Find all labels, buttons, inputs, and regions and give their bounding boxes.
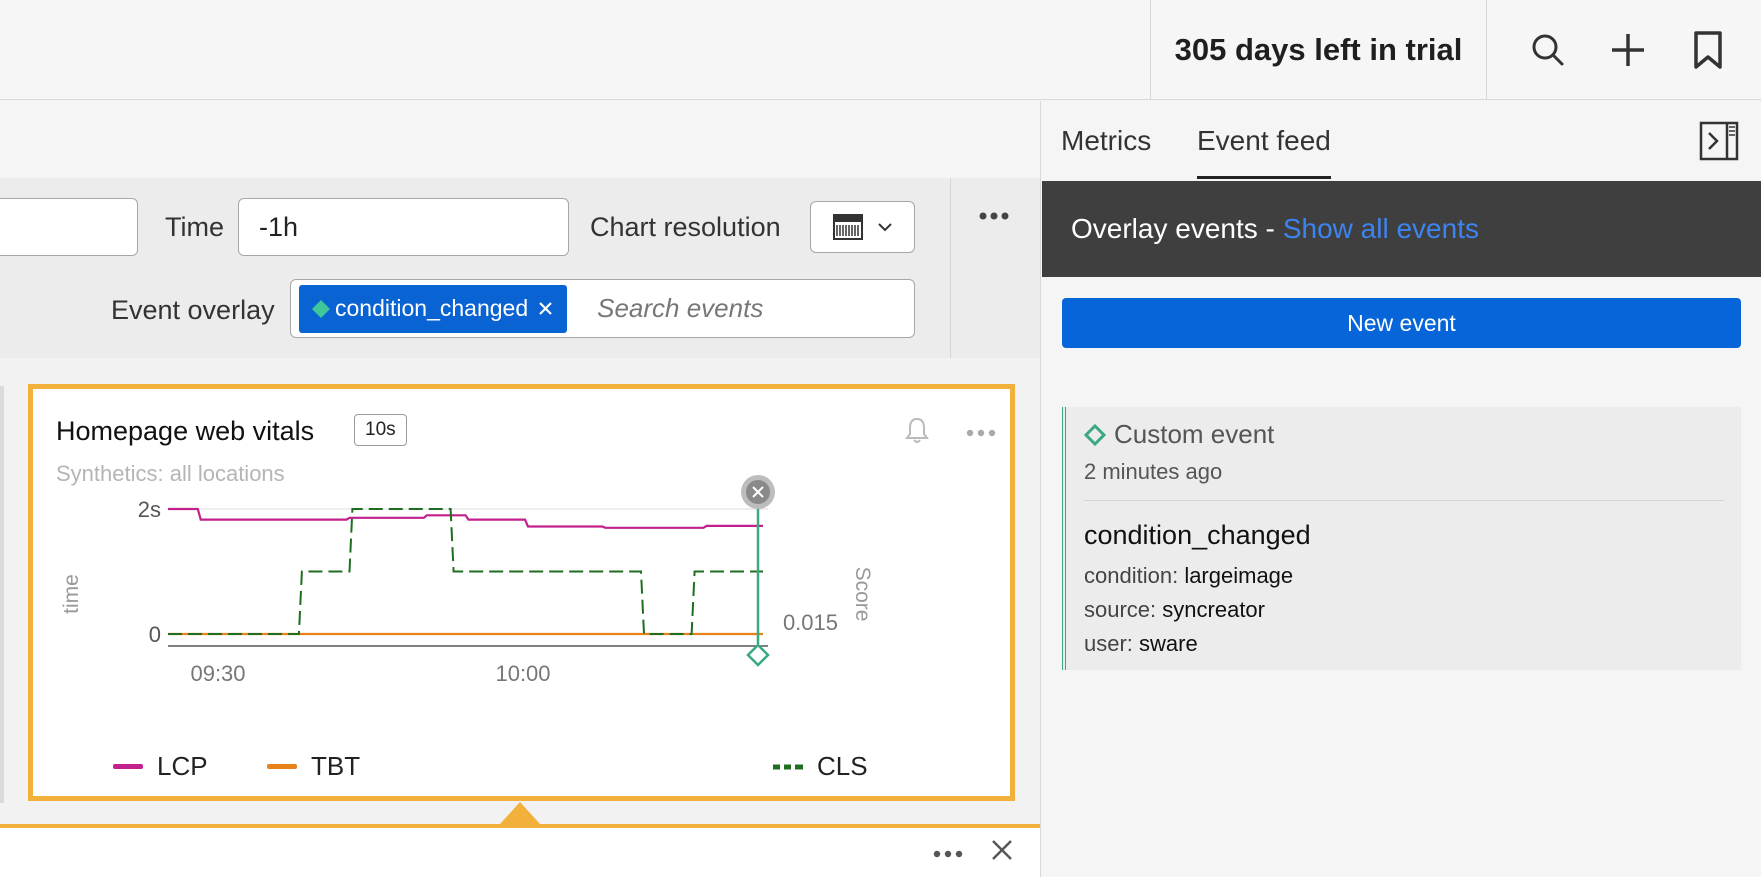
time-value: -1h: [259, 211, 299, 242]
search-events-placeholder: Search events: [597, 293, 764, 323]
plus-icon[interactable]: [1600, 22, 1656, 78]
y2-axis-label: Score: [851, 567, 874, 622]
event-name: condition_changed: [1084, 520, 1311, 550]
event-time: 2 minutes ago: [1084, 459, 1223, 484]
x-tick-label: 09:30: [190, 661, 245, 686]
close-icon[interactable]: [538, 301, 553, 316]
resolution-icon: [833, 214, 863, 240]
y-tick-label: 2s: [138, 497, 161, 522]
next-chart-more-icon[interactable]: [933, 846, 963, 864]
close-icon[interactable]: [990, 838, 1014, 867]
top-bar: 305 days left in trial: [0, 0, 1761, 100]
event-field-condition: condition: largeimage: [1084, 563, 1293, 589]
y-axis-label: time: [60, 574, 83, 614]
tab-event-feed[interactable]: Event feed: [1197, 125, 1331, 157]
time-input[interactable]: -1h: [238, 198, 569, 256]
event-field-source: source: syncreator: [1084, 597, 1265, 623]
event-type-row: Custom event: [1084, 419, 1274, 450]
card-pointer: [500, 802, 540, 824]
show-all-events-link[interactable]: Show all events: [1283, 213, 1479, 245]
event-field-user: user: sware: [1084, 631, 1198, 657]
chart-plot: 2s 0 0.015 09:30 10:00 time Score: [60, 475, 874, 686]
legend-tbt-swatch: [267, 764, 297, 769]
y-tick-label: 0: [149, 622, 161, 647]
series-lcp: [168, 507, 763, 529]
field-key: source:: [1084, 597, 1157, 622]
next-chart-strip: [0, 824, 1040, 877]
legend-lcp-label: LCP: [157, 751, 208, 781]
new-event-button[interactable]: New event: [1062, 298, 1741, 348]
event-type: Custom event: [1114, 419, 1275, 449]
field-value: largeimage: [1184, 563, 1294, 588]
bookmark-icon[interactable]: [1680, 22, 1736, 78]
event-overlay-input[interactable]: condition_changed Search events: [290, 279, 915, 338]
chart-resolution-label: Chart resolution: [590, 212, 781, 242]
field-key: condition:: [1084, 563, 1179, 588]
diamond-icon: [312, 299, 330, 318]
x-tick-label: 10:00: [495, 661, 550, 686]
event-divider: [1084, 500, 1724, 501]
legend-cls[interactable]: CLS: [773, 751, 868, 782]
time-label: Time: [165, 212, 224, 242]
diamond-outline-icon: [1084, 423, 1106, 446]
overlay-events-title: Overlay events -: [1071, 213, 1275, 244]
left-card-edge: [0, 386, 4, 803]
search-icon[interactable]: [1520, 22, 1576, 78]
dashboard-subheader: [0, 101, 1040, 178]
field-value: sware: [1139, 631, 1198, 656]
legend-tbt-label: TBT: [311, 751, 361, 781]
event-overlay-label: Event overlay: [111, 295, 275, 325]
event-panel: Metrics Event feed Overlay events - Show…: [1040, 101, 1761, 877]
more-options-icon[interactable]: [978, 208, 1010, 226]
chevron-down-icon: [878, 223, 892, 232]
legend-tbt[interactable]: TBT: [267, 751, 360, 782]
chart-resolution-select[interactable]: [810, 201, 915, 253]
tab-metrics[interactable]: Metrics: [1061, 125, 1151, 157]
legend-lcp[interactable]: LCP: [113, 751, 208, 782]
y2-tick-label: 0.015: [783, 610, 838, 635]
legend-cls-label: CLS: [817, 751, 868, 781]
legend-lcp-swatch: [113, 764, 143, 769]
event-card[interactable]: Custom event 2 minutes ago condition_cha…: [1062, 407, 1741, 670]
overlay-chip-label: condition_changed: [335, 295, 529, 321]
overlay-chip[interactable]: condition_changed: [299, 284, 568, 333]
active-tab-indicator: [1197, 176, 1331, 179]
overlay-events-bar: Overlay events - Show all events: [1042, 181, 1761, 277]
dashboard-controls: Time -1h Chart resolution Event overlay …: [0, 178, 1040, 358]
collapse-panel-icon[interactable]: [1699, 121, 1739, 166]
legend-cls-swatch: [773, 764, 803, 769]
event-marker-diamond: [746, 643, 770, 667]
chart-card[interactable]: Homepage web vitals 10s Synthetics: all …: [28, 384, 1015, 801]
controls-divider: [950, 178, 951, 358]
field-value: syncreator: [1162, 597, 1265, 622]
field-key: user:: [1084, 631, 1133, 656]
filter-input[interactable]: [0, 198, 138, 256]
trial-status: 305 days left in trial: [1150, 0, 1487, 100]
